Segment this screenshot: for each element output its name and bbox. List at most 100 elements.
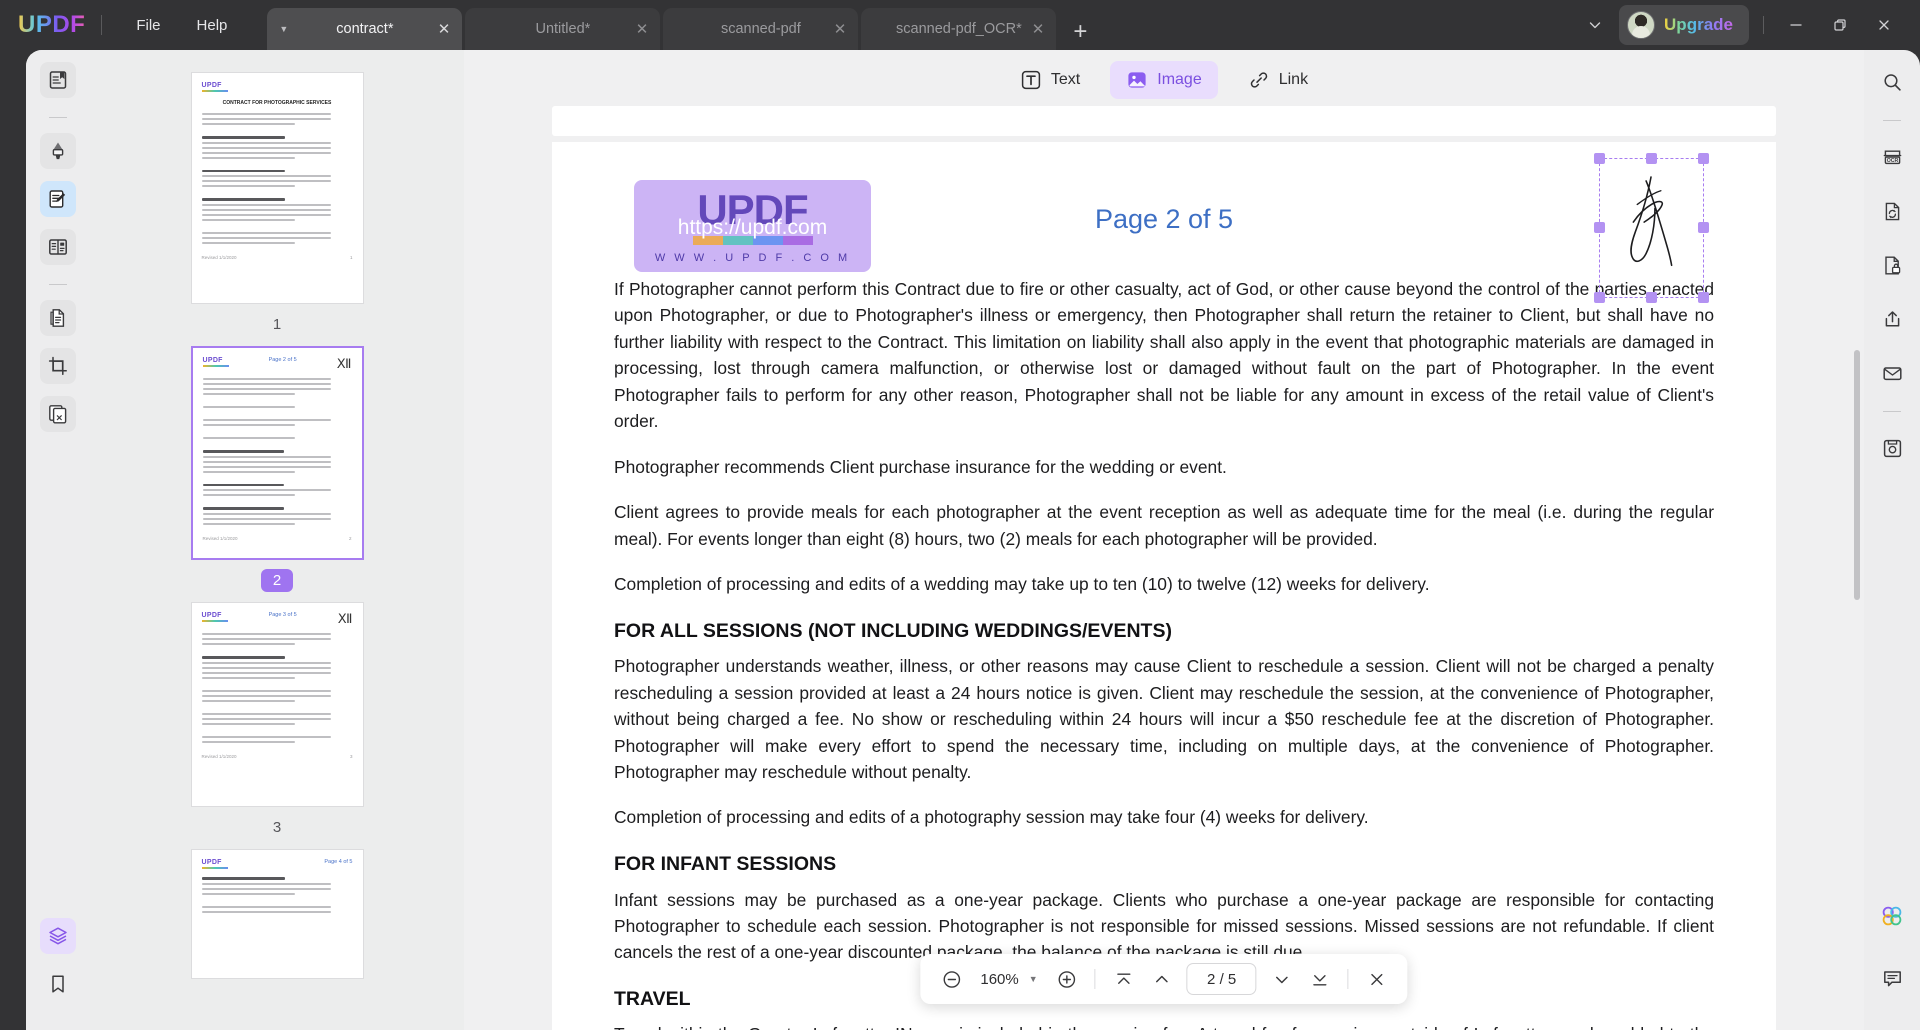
tab-untitled[interactable]: Untitled* ✕ (465, 8, 661, 50)
edit-pdf-icon[interactable] (40, 181, 76, 217)
search-icon[interactable] (1874, 64, 1910, 100)
protect-icon[interactable] (1874, 247, 1910, 283)
updf-application-window: UPDF File Help ▼ contract* ✕ Untitled* ✕… (0, 0, 1920, 1030)
email-icon[interactable] (1874, 355, 1910, 391)
tab-list-chevron-down-icon[interactable] (1571, 9, 1619, 41)
zoom-out-button[interactable] (934, 962, 968, 996)
tab-scanned-pdf-ocr[interactable]: scanned-pdf_OCR* ✕ (861, 8, 1057, 50)
page-body-text[interactable]: If Photographer cannot perform this Cont… (614, 276, 1714, 1030)
vertical-scrollbar[interactable] (1854, 350, 1860, 600)
bookmark-icon[interactable] (40, 966, 76, 1002)
chevron-down-icon[interactable]: ▼ (279, 24, 288, 34)
thumbnail-page-4[interactable]: UPDF Page 4 of 5 (190, 849, 364, 979)
zoom-chevron-down-icon[interactable]: ▼ (1029, 974, 1046, 984)
resize-handle-bottom-left[interactable] (1594, 292, 1605, 303)
rail-divider (49, 284, 67, 285)
organize-pages-icon[interactable] (40, 229, 76, 265)
rail-divider (1883, 120, 1901, 121)
tab-bar: ▼ contract* ✕ Untitled* ✕ scanned-pdf ✕ … (267, 0, 1101, 50)
tab-label: scanned-pdf (720, 21, 801, 37)
app-body: UPDF CONTRACT FOR PHOTOGRAPHIC SERVICES (0, 50, 1920, 1030)
signature-mark: Ⅻ (336, 356, 352, 371)
resize-handle-middle-left[interactable] (1594, 222, 1605, 233)
resize-handle-top-left[interactable] (1594, 153, 1605, 164)
toolbar-divider (1347, 969, 1349, 989)
reader-icon[interactable] (40, 62, 76, 98)
rail-divider (1883, 411, 1901, 412)
mode-link-label: Link (1278, 71, 1309, 88)
close-window-button[interactable] (1862, 8, 1906, 42)
resize-handle-bottom-center[interactable] (1645, 292, 1657, 303)
resize-handle-top-right[interactable] (1698, 153, 1709, 164)
selected-signature-image[interactable] (1594, 153, 1709, 303)
layers-icon[interactable] (40, 918, 76, 954)
thumbnail-page-1[interactable]: UPDF CONTRACT FOR PHOTOGRAPHIC SERVICES (190, 72, 364, 304)
new-tab-button[interactable]: + (1059, 20, 1101, 50)
upgrade-button[interactable]: Upgrade (1619, 5, 1749, 45)
resize-handle-bottom-right[interactable] (1698, 292, 1709, 303)
menu-help[interactable]: Help (179, 11, 246, 40)
zoom-in-button[interactable] (1050, 962, 1084, 996)
paragraph: Photographer recommends Client purchase … (614, 456, 1227, 477)
avatar[interactable] (1627, 11, 1656, 39)
left-rail-bottom (40, 918, 76, 1030)
signature-mark: Ⅻ (337, 611, 353, 626)
next-page-button[interactable] (1265, 962, 1299, 996)
close-icon[interactable]: ✕ (438, 20, 451, 38)
thumbnail-title: Page 4 of 5 (324, 859, 353, 865)
mode-link-button[interactable]: Link (1232, 61, 1324, 99)
page-scroll-container[interactable]: UPDF W W W . U P D F . C O M https://upd… (464, 106, 1864, 1030)
right-rail-bottom (1874, 898, 1910, 1030)
app-logo: UPDF (18, 11, 86, 38)
convert-pdf-icon[interactable] (40, 300, 76, 336)
batch-icon[interactable] (40, 396, 76, 432)
close-toolbar-button[interactable] (1360, 962, 1394, 996)
share-icon[interactable] (1874, 301, 1910, 337)
mode-text-button[interactable]: Text (1004, 61, 1096, 99)
close-icon[interactable]: ✕ (636, 20, 649, 38)
ai-assistant-icon[interactable] (1874, 898, 1910, 934)
tab-label: scanned-pdf_OCR* (896, 21, 1022, 37)
page-thumbnail-panel[interactable]: UPDF CONTRACT FOR PHOTOGRAPHIC SERVICES (90, 50, 464, 1030)
annotate-icon[interactable] (40, 133, 76, 169)
paragraph: Completion of processing and edits of a … (614, 574, 1430, 595)
mode-image-button[interactable]: Image (1110, 61, 1218, 99)
tab-contract[interactable]: ▼ contract* ✕ (267, 8, 463, 50)
convert-icon[interactable] (1874, 193, 1910, 229)
last-page-button[interactable] (1303, 962, 1337, 996)
comment-icon[interactable] (1874, 960, 1910, 996)
text-icon (1020, 69, 1042, 91)
maximize-button[interactable] (1818, 8, 1862, 42)
title-bar: UPDF File Help ▼ contract* ✕ Untitled* ✕… (0, 0, 1920, 50)
titlebar-divider (101, 15, 103, 35)
paragraph: Travel within the Greater Lafayette, IN … (614, 1021, 1714, 1030)
ocr-icon[interactable]: OCR (1874, 139, 1910, 175)
close-icon[interactable]: ✕ (1032, 20, 1045, 38)
resize-handle-middle-right[interactable] (1698, 222, 1709, 233)
thumbnail-page-3[interactable]: UPDF Page 3 of 5 Ⅻ Revised 1/1/2020 3 (190, 602, 364, 807)
tab-scanned-pdf[interactable]: scanned-pdf ✕ (663, 8, 859, 50)
thumbnail-number: 3 (272, 819, 282, 836)
previous-page-button[interactable] (1145, 962, 1179, 996)
image-icon (1126, 69, 1148, 91)
menu-file[interactable]: File (118, 11, 178, 40)
save-icon[interactable] (1874, 430, 1910, 466)
previous-page-edge (552, 106, 1776, 136)
paragraph: Completion of processing and edits of a … (614, 807, 1369, 828)
left-tool-rail (26, 50, 90, 1030)
resize-handle-top-center[interactable] (1645, 153, 1657, 164)
tab-label: contract* (336, 21, 394, 37)
close-icon[interactable]: ✕ (834, 20, 847, 38)
minimize-button[interactable] (1774, 8, 1818, 42)
signature-drawing (1630, 176, 1673, 267)
thumbnail-page-2[interactable]: UPDF Page 2 of 5 Ⅻ Revised 1/1/2020 2 (190, 346, 364, 560)
rail-divider (49, 117, 67, 118)
page-number-input[interactable]: 2 / 5 (1186, 963, 1257, 995)
paragraph: Photographer understands weather, illnes… (614, 656, 1714, 782)
svg-text:OCR: OCR (1886, 158, 1898, 164)
zoom-level-label[interactable]: 160% (972, 971, 1024, 988)
thumbnail-number: 1 (272, 316, 282, 333)
pdf-page-2[interactable]: UPDF W W W . U P D F . C O M https://upd… (552, 142, 1776, 1030)
first-page-button[interactable] (1107, 962, 1141, 996)
crop-icon[interactable] (40, 348, 76, 384)
